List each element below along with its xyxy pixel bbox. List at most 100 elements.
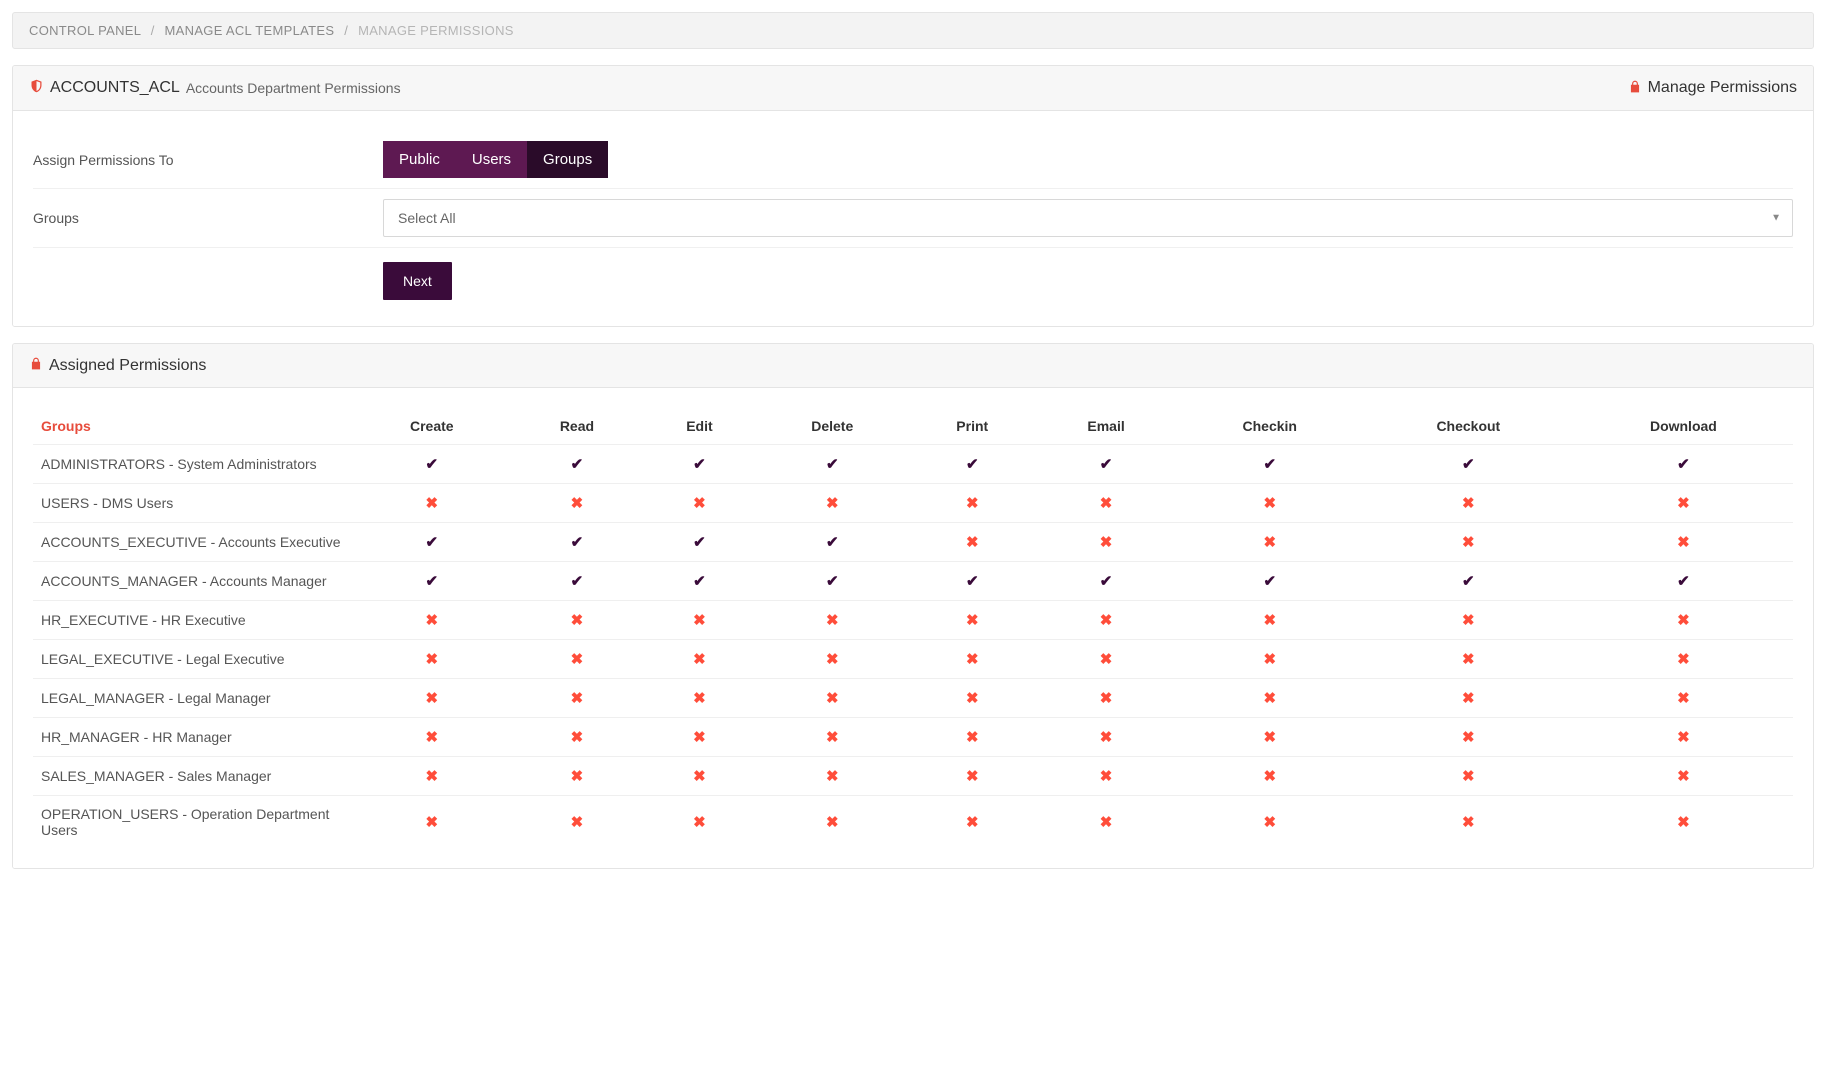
check-icon: ✔ xyxy=(1462,573,1475,590)
table-row: ADMINISTRATORS - System Administrators✔✔… xyxy=(33,445,1793,484)
permission-cell: ✖ xyxy=(1363,640,1574,679)
permission-cell: ✖ xyxy=(909,523,1036,562)
permission-cell: ✖ xyxy=(909,601,1036,640)
cross-icon: ✖ xyxy=(425,495,438,512)
cross-icon: ✖ xyxy=(571,495,584,512)
check-icon: ✔ xyxy=(826,573,839,590)
check-icon: ✔ xyxy=(571,534,584,551)
permission-cell: ✖ xyxy=(353,718,511,757)
breadcrumb: CONTROL PANEL / MANAGE ACL TEMPLATES / M… xyxy=(12,12,1814,49)
permission-cell: ✔ xyxy=(353,445,511,484)
cross-icon: ✖ xyxy=(826,768,839,785)
cross-icon: ✖ xyxy=(425,729,438,746)
shield-icon xyxy=(29,78,44,98)
table-row: LEGAL_EXECUTIVE - Legal Executive✖✖✖✖✖✖✖… xyxy=(33,640,1793,679)
cross-icon: ✖ xyxy=(1677,690,1690,707)
column-header-print: Print xyxy=(909,408,1036,445)
cross-icon: ✖ xyxy=(966,651,979,668)
cross-icon: ✖ xyxy=(1677,495,1690,512)
permission-cell: ✖ xyxy=(1363,757,1574,796)
permission-cell: ✖ xyxy=(1177,679,1363,718)
lock-icon xyxy=(29,356,43,375)
lock-icon xyxy=(1628,79,1642,98)
permission-cell: ✖ xyxy=(1363,679,1574,718)
next-button[interactable]: Next xyxy=(383,262,452,300)
permission-cell: ✖ xyxy=(1177,796,1363,849)
cross-icon: ✖ xyxy=(1263,690,1276,707)
check-icon: ✔ xyxy=(1263,573,1276,590)
cross-icon: ✖ xyxy=(425,690,438,707)
permission-cell: ✔ xyxy=(1177,445,1363,484)
permission-cell: ✖ xyxy=(353,601,511,640)
breadcrumb-item-manage-acl-templates[interactable]: MANAGE ACL TEMPLATES xyxy=(165,23,335,38)
check-icon: ✔ xyxy=(693,573,706,590)
cross-icon: ✖ xyxy=(693,690,706,707)
check-icon: ✔ xyxy=(1100,456,1113,473)
permission-cell: ✖ xyxy=(643,757,755,796)
permission-cell: ✖ xyxy=(1363,523,1574,562)
cross-icon: ✖ xyxy=(826,690,839,707)
acl-config-panel: ACCOUNTS_ACL Accounts Department Permiss… xyxy=(12,65,1814,327)
permission-cell: ✖ xyxy=(353,484,511,523)
cross-icon: ✖ xyxy=(1100,651,1113,668)
cross-icon: ✖ xyxy=(1263,768,1276,785)
permission-cell: ✖ xyxy=(1574,718,1793,757)
cross-icon: ✖ xyxy=(1462,729,1475,746)
cross-icon: ✖ xyxy=(571,690,584,707)
permission-cell: ✖ xyxy=(511,679,644,718)
permission-cell: ✖ xyxy=(1574,796,1793,849)
cross-icon: ✖ xyxy=(571,612,584,629)
cross-icon: ✖ xyxy=(693,612,706,629)
cross-icon: ✖ xyxy=(1263,495,1276,512)
assign-permissions-label: Assign Permissions To xyxy=(33,152,383,168)
column-header-groups: Groups xyxy=(33,408,353,445)
permission-cell: ✔ xyxy=(909,562,1036,601)
permission-cell: ✖ xyxy=(353,796,511,849)
permission-cell: ✖ xyxy=(756,718,909,757)
breadcrumb-item-control-panel[interactable]: CONTROL PANEL xyxy=(29,23,141,38)
cross-icon: ✖ xyxy=(425,651,438,668)
cross-icon: ✖ xyxy=(693,495,706,512)
cross-icon: ✖ xyxy=(1100,495,1113,512)
permission-cell: ✖ xyxy=(1574,484,1793,523)
cross-icon: ✖ xyxy=(1462,534,1475,551)
cross-icon: ✖ xyxy=(826,495,839,512)
check-icon: ✔ xyxy=(966,573,979,590)
permission-cell: ✖ xyxy=(909,718,1036,757)
cross-icon: ✖ xyxy=(1677,768,1690,785)
cross-icon: ✖ xyxy=(1462,768,1475,785)
cross-icon: ✖ xyxy=(693,768,706,785)
permission-cell: ✖ xyxy=(643,484,755,523)
cross-icon: ✖ xyxy=(1100,729,1113,746)
cross-icon: ✖ xyxy=(966,690,979,707)
cross-icon: ✖ xyxy=(826,729,839,746)
cross-icon: ✖ xyxy=(1677,814,1690,831)
check-icon: ✔ xyxy=(571,573,584,590)
cross-icon: ✖ xyxy=(571,768,584,785)
column-header-download: Download xyxy=(1574,408,1793,445)
column-header-delete: Delete xyxy=(756,408,909,445)
permission-cell: ✖ xyxy=(1036,718,1177,757)
permission-cell: ✖ xyxy=(909,796,1036,849)
permission-cell: ✖ xyxy=(756,601,909,640)
tab-groups[interactable]: Groups xyxy=(527,141,608,178)
cross-icon: ✖ xyxy=(826,814,839,831)
cross-icon: ✖ xyxy=(1462,495,1475,512)
acl-title-main: ACCOUNTS_ACL xyxy=(50,79,180,97)
permission-cell: ✖ xyxy=(1177,640,1363,679)
breadcrumb-separator: / xyxy=(344,23,348,38)
cross-icon: ✖ xyxy=(1100,612,1113,629)
permission-cell: ✖ xyxy=(1363,796,1574,849)
permission-cell: ✔ xyxy=(1036,562,1177,601)
group-name-cell: LEGAL_MANAGER - Legal Manager xyxy=(33,679,353,718)
permission-cell: ✖ xyxy=(1036,757,1177,796)
table-row: OPERATION_USERS - Operation Department U… xyxy=(33,796,1793,849)
cross-icon: ✖ xyxy=(425,612,438,629)
groups-select[interactable]: Select All xyxy=(383,199,1793,237)
permission-cell: ✔ xyxy=(643,562,755,601)
permission-cell: ✖ xyxy=(909,679,1036,718)
tab-public[interactable]: Public xyxy=(383,141,456,178)
cross-icon: ✖ xyxy=(1462,612,1475,629)
tab-users[interactable]: Users xyxy=(456,141,527,178)
permission-cell: ✖ xyxy=(511,601,644,640)
